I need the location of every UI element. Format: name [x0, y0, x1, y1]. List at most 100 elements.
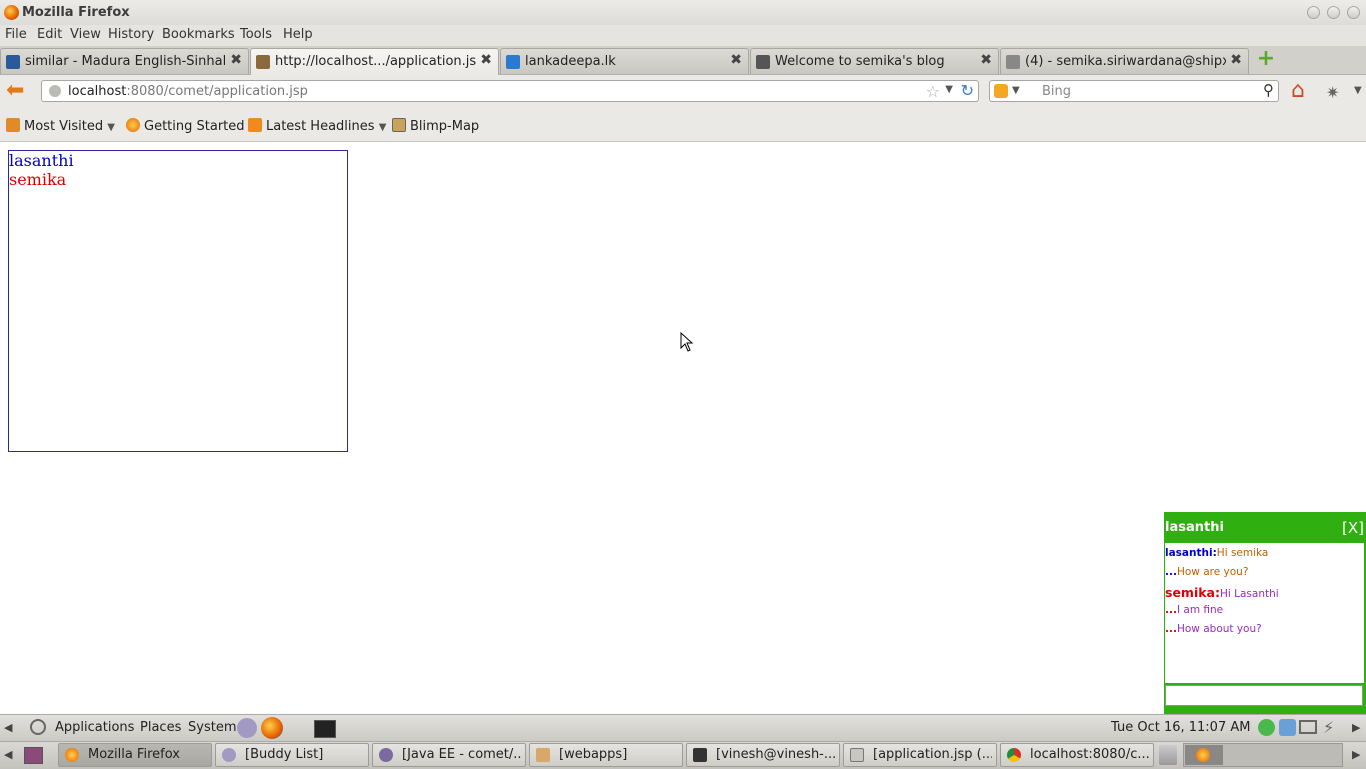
- trash-icon[interactable]: [1159, 745, 1177, 765]
- update-check-icon[interactable]: [1258, 719, 1275, 736]
- bookmark-latest-headlines[interactable]: Latest Headlines ▼: [248, 118, 386, 134]
- pidgin-icon: [222, 748, 236, 762]
- taskbar-item-buddy-list[interactable]: [Buddy List]: [215, 743, 369, 767]
- tab-label: similar - Madura English-Sinhal...: [25, 54, 226, 69]
- most-visited-icon: [6, 118, 20, 132]
- bing-icon[interactable]: [994, 84, 1008, 98]
- url-text[interactable]: localhost:8080/comet/application.jsp: [68, 84, 308, 99]
- taskbar-item-terminal[interactable]: [vinesh@vinesh-...: [686, 743, 840, 767]
- chevron-down-icon: ▼: [378, 122, 387, 133]
- addon-icon[interactable]: ✷: [1326, 83, 1339, 102]
- new-tab-icon[interactable]: +: [1255, 48, 1277, 71]
- taskbar-item-firefox[interactable]: Mozilla Firefox: [58, 743, 212, 767]
- mouse-cursor-icon: [680, 332, 694, 352]
- search-bar[interactable]: ▼ Bing ⚲: [989, 80, 1279, 102]
- ubuntu-logo-icon[interactable]: [30, 719, 46, 735]
- user-lasanthi[interactable]: lasanthi: [9, 151, 347, 170]
- site-identity-icon[interactable]: [49, 85, 61, 97]
- tab-mail[interactable]: (4) - semika.siriwardana@shipx... ✖: [1000, 48, 1249, 74]
- firefox-launcher-icon[interactable]: [261, 717, 283, 739]
- online-users-box: lasanthi semika: [8, 150, 348, 452]
- close-tab-icon[interactable]: ✖: [480, 52, 492, 68]
- tab-application-jsp[interactable]: http://localhost.../application.jsp ✖: [250, 48, 499, 75]
- taskbar-item-eclipse[interactable]: [Java EE - comet/...: [372, 743, 526, 767]
- taskbar-item-webapps[interactable]: [webapps]: [529, 743, 683, 767]
- tab-madura[interactable]: similar - Madura English-Sinhal... ✖: [0, 48, 249, 74]
- close-tab-icon[interactable]: ✖: [730, 52, 742, 68]
- taskbar-item-editor[interactable]: [application.jsp (...: [843, 743, 997, 767]
- panel-right-arrow-icon[interactable]: ▶: [1352, 721, 1360, 734]
- chrome-icon: [1007, 748, 1021, 762]
- menu-file[interactable]: File: [5, 27, 27, 42]
- menu-edit[interactable]: Edit: [37, 27, 62, 42]
- taskbar-label: [webapps]: [559, 747, 628, 762]
- chat-input[interactable]: [1165, 685, 1363, 706]
- rss-icon: [248, 118, 262, 132]
- chat-message: semika:Hi Lasanthi: [1165, 585, 1279, 600]
- panel-left-arrow-icon[interactable]: ◀: [4, 721, 12, 734]
- window-title: Mozilla Firefox: [22, 5, 130, 20]
- bookmark-getting-started[interactable]: Getting Started: [126, 118, 245, 134]
- menu-places[interactable]: Places: [140, 720, 181, 735]
- terminal-icon[interactable]: [314, 720, 336, 738]
- url-bar[interactable]: localhost:8080/comet/application.jsp ☆ ▼…: [41, 80, 979, 102]
- bookmark-blimp-map[interactable]: Blimp-Map: [392, 118, 479, 134]
- chat-message: ...I am fine: [1165, 604, 1224, 616]
- taskbar-label: localhost:8080/c...: [1030, 747, 1149, 762]
- maximize-button[interactable]: [1327, 6, 1340, 19]
- menu-bookmarks[interactable]: Bookmarks: [162, 27, 235, 42]
- menu-view[interactable]: View: [70, 27, 101, 42]
- menu-applications[interactable]: Applications: [55, 720, 134, 735]
- tab-semika-blog[interactable]: Welcome to semika's blog ✖: [750, 48, 999, 74]
- taskbar-label: [Java EE - comet/...: [402, 747, 521, 762]
- tab-label: Welcome to semika's blog: [775, 54, 945, 69]
- bookmark-label: Blimp-Map: [410, 119, 480, 134]
- display-icon[interactable]: [1299, 720, 1317, 734]
- home-icon[interactable]: ⌂: [1291, 80, 1305, 102]
- bookmark-label: Latest Headlines: [266, 119, 375, 134]
- chat-message: lasanthi:Hi semika: [1165, 547, 1269, 559]
- gnome-panel-top: ◀ Applications Places System Tue Oct 16,…: [0, 714, 1366, 742]
- close-tab-icon[interactable]: ✖: [230, 52, 242, 68]
- taskbar-right-arrow-icon[interactable]: ▶: [1352, 748, 1360, 761]
- bookmark-most-visited[interactable]: Most Visited ▼: [6, 118, 115, 134]
- chat-close-button[interactable]: [X]: [1342, 519, 1364, 537]
- menu-history[interactable]: History: [108, 27, 154, 42]
- history-dropdown-icon[interactable]: ▼: [945, 84, 953, 95]
- search-input[interactable]: Bing: [1042, 84, 1071, 99]
- tab-lankadeepa[interactable]: lankadeepa.lk ✖: [500, 48, 749, 74]
- user-semika[interactable]: semika: [9, 170, 347, 189]
- page-icon: [256, 55, 270, 69]
- reload-icon[interactable]: ↻: [961, 81, 974, 100]
- taskbar-item-chrome[interactable]: localhost:8080/c...: [1000, 743, 1154, 767]
- menu-help[interactable]: Help: [283, 27, 313, 42]
- close-window-button[interactable]: [1347, 6, 1360, 19]
- pidgin-icon[interactable]: [237, 718, 257, 738]
- taskbar-left-arrow-icon[interactable]: ◀: [4, 748, 12, 761]
- workspace-switcher[interactable]: [1183, 743, 1343, 767]
- network-icon[interactable]: ⚡: [1323, 718, 1334, 737]
- terminal-icon: [693, 748, 707, 762]
- chat-message: ...How about you?: [1165, 623, 1262, 635]
- window-titlebar: Mozilla Firefox: [0, 0, 1366, 25]
- firefox-icon: [126, 118, 140, 132]
- close-tab-icon[interactable]: ✖: [980, 52, 992, 68]
- dropbox-icon[interactable]: [1279, 719, 1296, 736]
- clock[interactable]: Tue Oct 16, 11:07 AM: [1111, 720, 1250, 735]
- chat-messages: lasanthi:Hi semika ...How are you? semik…: [1165, 543, 1364, 683]
- show-desktop-icon[interactable]: [24, 747, 43, 764]
- taskbar-label: [application.jsp (...: [873, 747, 992, 762]
- blog-icon: [756, 55, 770, 69]
- chat-window: lasanthi [X] lasanthi:Hi semika ...How a…: [1164, 512, 1366, 714]
- bookmark-star-icon[interactable]: ☆: [926, 82, 940, 101]
- menu-tools[interactable]: Tools: [240, 27, 272, 42]
- menu-system[interactable]: System: [188, 720, 236, 735]
- back-arrow-icon[interactable]: ⬅: [6, 80, 24, 102]
- addon-dropdown-icon[interactable]: ▼: [1354, 85, 1362, 96]
- close-tab-icon[interactable]: ✖: [1230, 52, 1242, 68]
- search-icon[interactable]: ⚲: [1263, 81, 1274, 99]
- chevron-down-icon: ▼: [107, 122, 115, 133]
- minimize-button[interactable]: [1307, 6, 1320, 19]
- eclipse-icon: [379, 748, 393, 762]
- search-engine-dropdown-icon[interactable]: ▼: [1012, 85, 1020, 96]
